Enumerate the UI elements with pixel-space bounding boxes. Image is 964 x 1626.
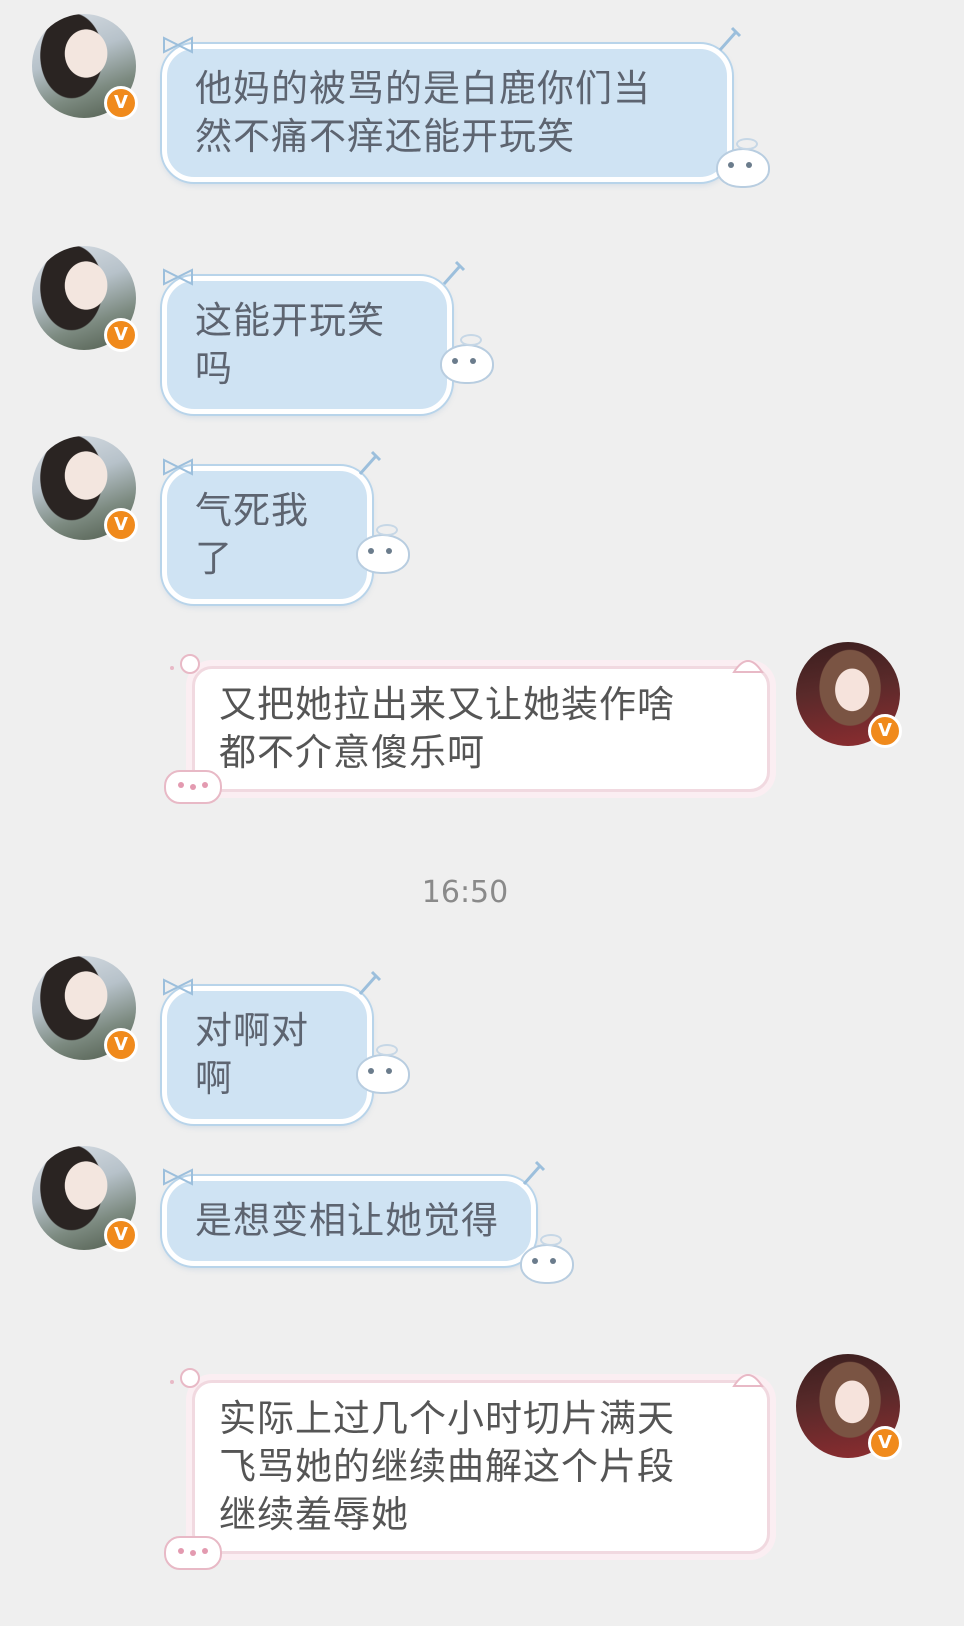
puppy-icon xyxy=(716,138,770,188)
message-bubble-left[interactable]: 这能开玩笑吗 xyxy=(162,276,452,414)
puppy-icon xyxy=(356,524,410,574)
avatar-left[interactable]: V xyxy=(32,436,138,542)
avatar-left[interactable]: V xyxy=(32,1146,138,1252)
message-text: 这能开玩笑吗 xyxy=(195,299,385,390)
syringe-icon xyxy=(358,970,382,995)
message-bubble-right[interactable]: 实际上过几个小时切片满天 飞骂她的继续曲解这个片段 继续羞辱她 xyxy=(192,1380,770,1554)
verified-badge-icon: V xyxy=(868,1426,902,1460)
bow-icon xyxy=(163,458,193,476)
message-text: 他妈的被骂的是白鹿你们当 xyxy=(195,67,651,110)
bow-icon xyxy=(163,1168,193,1186)
syringe-icon xyxy=(442,260,466,285)
bow-icon xyxy=(163,978,193,996)
message-bubble-left[interactable]: 他妈的被骂的是白鹿你们当 然不痛不痒还能开玩笑 xyxy=(162,44,732,182)
avatar-left[interactable]: V xyxy=(32,246,138,352)
syringe-icon xyxy=(358,450,382,475)
verified-badge-icon: V xyxy=(104,86,138,120)
puppy-icon xyxy=(520,1234,574,1284)
syringe-icon xyxy=(522,1160,546,1185)
cat-ear-icon xyxy=(732,660,764,673)
message-bubble-left[interactable]: 是想变相让她觉得 xyxy=(162,1176,536,1266)
paw-icon xyxy=(170,654,200,674)
verified-badge-icon: V xyxy=(104,1218,138,1252)
syringe-icon xyxy=(718,26,742,51)
avatar-left[interactable]: V xyxy=(32,14,138,120)
kitty-icon xyxy=(164,770,222,804)
message-text: 都不介意傻乐呵 xyxy=(219,731,485,774)
message-text: 飞骂她的继续曲解这个片段 xyxy=(219,1445,675,1488)
avatar-right[interactable]: V xyxy=(796,642,902,748)
paw-icon xyxy=(170,1368,200,1388)
message-text: 继续羞辱她 xyxy=(219,1493,409,1536)
cat-ear-icon xyxy=(732,1374,764,1387)
verified-badge-icon: V xyxy=(104,1028,138,1062)
message-bubble-right[interactable]: 又把她拉出来又让她装作啥 都不介意傻乐呵 xyxy=(192,666,770,792)
message-text: 然不痛不痒还能开玩笑 xyxy=(195,115,575,158)
message-text: 是想变相让她觉得 xyxy=(195,1199,499,1242)
avatar-left[interactable]: V xyxy=(32,956,138,1062)
message-bubble-left[interactable]: 对啊对啊 xyxy=(162,986,372,1124)
bow-icon xyxy=(163,268,193,286)
message-text: 实际上过几个小时切片满天 xyxy=(219,1397,675,1440)
verified-badge-icon: V xyxy=(104,508,138,542)
puppy-icon xyxy=(356,1044,410,1094)
kitty-icon xyxy=(164,1536,222,1570)
bow-icon xyxy=(163,36,193,54)
verified-badge-icon: V xyxy=(868,714,902,748)
verified-badge-icon: V xyxy=(104,318,138,352)
puppy-icon xyxy=(440,334,494,384)
timestamp: 16:50 xyxy=(421,875,509,910)
message-text: 又把她拉出来又让她装作啥 xyxy=(219,683,675,726)
message-bubble-left[interactable]: 气死我了 xyxy=(162,466,372,604)
message-text: 气死我了 xyxy=(195,489,309,580)
avatar-right[interactable]: V xyxy=(796,1354,902,1460)
message-text: 对啊对啊 xyxy=(195,1009,309,1100)
